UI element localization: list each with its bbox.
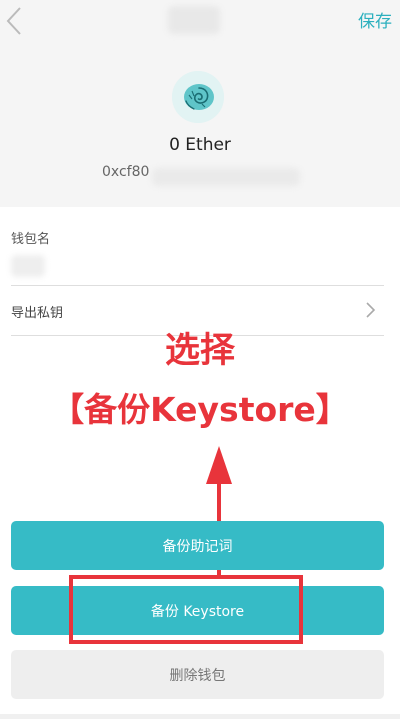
chevron-left-icon bbox=[6, 7, 21, 35]
backup-keystore-button[interactable]: 备份 Keystore bbox=[11, 586, 384, 635]
annotation-text-select: 选择 bbox=[164, 331, 235, 371]
back-button[interactable] bbox=[4, 4, 28, 38]
wallet-balance: 0 Ether bbox=[169, 135, 231, 155]
address-redaction bbox=[152, 168, 300, 186]
export-private-key-label: 导出私钥 bbox=[11, 306, 64, 321]
backup-mnemonic-button[interactable]: 备份助记词 bbox=[11, 521, 384, 570]
annotation-text-keystore: 【备份Keystore】 bbox=[51, 390, 349, 429]
save-button[interactable]: 保存 bbox=[358, 7, 392, 32]
wallet-avatar bbox=[172, 71, 224, 123]
delete-wallet-button[interactable]: 删除钱包 bbox=[11, 650, 384, 699]
chevron-right-icon bbox=[366, 302, 376, 318]
wallet-address: 0xcf80 bbox=[102, 164, 150, 180]
wallet-name-label: 钱包名 bbox=[11, 232, 51, 247]
title-redaction bbox=[168, 6, 220, 34]
wallet-name-value[interactable] bbox=[11, 255, 45, 277]
divider bbox=[11, 285, 384, 286]
nautilus-shell-icon bbox=[172, 71, 224, 123]
bottom-edge bbox=[0, 714, 400, 719]
wallet-header: 保存 0 Ether 0xcf80 bbox=[0, 0, 400, 207]
